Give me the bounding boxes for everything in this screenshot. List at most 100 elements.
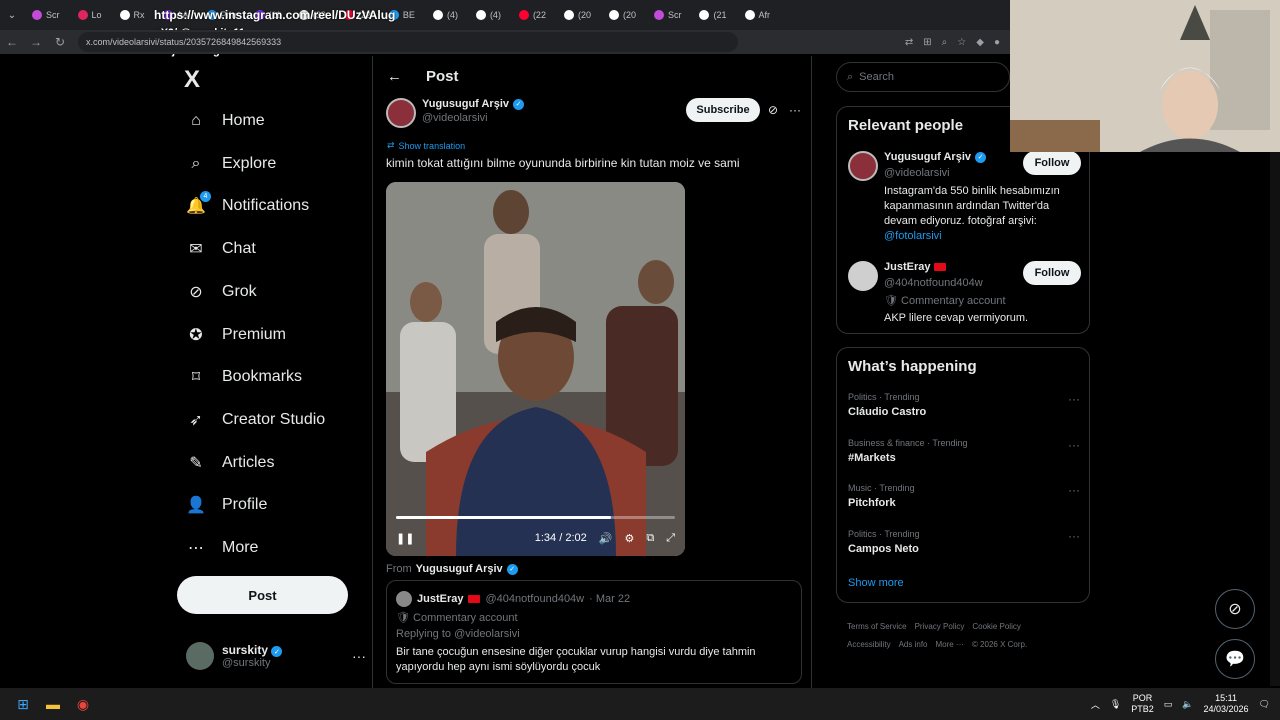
avatar[interactable] bbox=[396, 591, 412, 607]
forward-icon[interactable]: → bbox=[24, 35, 48, 49]
bio-link[interactable]: @fotolarsivi bbox=[884, 230, 942, 242]
nav-item-bookmarks[interactable]: ⌑ Bookmarks bbox=[186, 362, 302, 392]
clock[interactable]: 15:11 24/03/2026 bbox=[1204, 693, 1249, 715]
nav-item-premium[interactable]: ✪ Premium bbox=[186, 320, 286, 350]
more-dots-icon[interactable]: ··· bbox=[1068, 483, 1080, 497]
grok-float-button[interactable]: ⊘ bbox=[1215, 589, 1255, 629]
back-icon[interactable]: ← bbox=[0, 35, 24, 49]
footer-ads-info[interactable]: Ads info bbox=[899, 640, 928, 649]
trend-item[interactable]: Business & finance · Trending #Markets ··· bbox=[848, 438, 1080, 464]
back-arrow-icon[interactable]: ← bbox=[387, 68, 402, 85]
browser-tab[interactable]: Scr bbox=[24, 4, 68, 26]
webcam-overlay bbox=[1010, 0, 1280, 152]
install-icon[interactable]: ⊞ bbox=[923, 37, 931, 48]
extension-icon[interactable]: ◆ bbox=[976, 37, 984, 48]
footer-cookies[interactable]: Cookie Policy bbox=[972, 622, 1020, 631]
nav-item-label: Chat bbox=[222, 240, 256, 258]
turkey-flag-icon bbox=[468, 595, 481, 603]
browser-tab[interactable]: (22 bbox=[511, 4, 554, 26]
profile-icon[interactable]: ● bbox=[994, 37, 1000, 48]
pause-icon[interactable]: ❚❚ bbox=[396, 532, 414, 545]
nav-item-articles[interactable]: ✎ Articles bbox=[186, 448, 274, 478]
whats-happening-title: What’s happening bbox=[848, 358, 977, 375]
nav-item-creator-studio[interactable]: ➶ Creator Studio bbox=[186, 405, 325, 435]
file-explorer-icon[interactable]: ▬ bbox=[38, 689, 68, 719]
nav-item-profile[interactable]: 👤 Profile bbox=[186, 490, 267, 520]
more-icon: ⋯ bbox=[188, 540, 204, 557]
follow-button[interactable]: Follow bbox=[1023, 151, 1081, 175]
browser-tab[interactable]: Rx bbox=[112, 4, 153, 26]
person-item[interactable]: Yugusuguf Arşiv ✓ @videolarsivi Instagram… bbox=[848, 151, 1081, 243]
chrome-icon[interactable]: ◉ bbox=[68, 689, 98, 719]
more-dots-icon[interactable]: ··· bbox=[1068, 529, 1080, 543]
reply-card[interactable]: JustEray @404notfound404w · Mar 22 🛡 Com… bbox=[386, 580, 802, 684]
show-translation-link[interactable]: ⇄ Show translation bbox=[387, 140, 465, 151]
browser-tab[interactable]: Lo bbox=[70, 4, 110, 26]
tab-list-chevron-icon[interactable]: ⌄ bbox=[0, 10, 24, 21]
footer-privacy[interactable]: Privacy Policy bbox=[915, 622, 965, 631]
reload-icon[interactable]: ↻ bbox=[48, 35, 72, 49]
trend-item[interactable]: Music · Trending Pitchfork ··· bbox=[848, 483, 1080, 509]
translate-icon[interactable]: ⇄ bbox=[905, 37, 913, 48]
nav-item-explore[interactable]: ⌕ Explore bbox=[186, 149, 277, 179]
avatar[interactable] bbox=[848, 151, 878, 181]
grok-icon[interactable]: ⊘ bbox=[768, 103, 778, 117]
x-logo[interactable]: X bbox=[184, 66, 200, 94]
more-dots-icon[interactable]: ··· bbox=[352, 648, 366, 664]
video-player[interactable]: ❚❚ 1:34 / 2:02 🔊 ⚙ ⧉ ⤢ bbox=[386, 182, 685, 556]
person-item[interactable]: JustEray @404notfound404w 🛡 Commentary a… bbox=[848, 261, 1081, 327]
browser-tab[interactable]: Scr bbox=[646, 4, 690, 26]
browser-tab[interactable]: (20 bbox=[556, 4, 599, 26]
microphone-icon[interactable]: 🎙 bbox=[1110, 699, 1121, 710]
network-icon[interactable]: ▭ bbox=[1164, 699, 1173, 710]
tray-chevron-icon[interactable]: ︿ bbox=[1091, 698, 1100, 711]
nav-item-chat[interactable]: ✉ Chat bbox=[186, 234, 256, 264]
more-dots-icon[interactable]: ··· bbox=[1068, 438, 1080, 452]
more-dots-icon[interactable]: ··· bbox=[789, 103, 801, 117]
windows-start-icon[interactable]: ⊞ bbox=[8, 689, 38, 719]
follow-button[interactable]: Follow bbox=[1023, 261, 1081, 285]
tab-favicon-icon bbox=[77, 10, 88, 20]
star-icon[interactable]: ☆ bbox=[957, 37, 966, 48]
nav-item-notifications[interactable]: 🔔 4 Notifications bbox=[186, 191, 309, 221]
avatar[interactable] bbox=[848, 261, 878, 291]
language-indicator[interactable]: POR PTB2 bbox=[1131, 693, 1154, 715]
browser-tab[interactable]: (4) bbox=[425, 4, 466, 26]
post-author[interactable]: Yugusuguf Arşiv ✓ @videolarsivi bbox=[386, 98, 524, 128]
footer-terms[interactable]: Terms of Service bbox=[847, 622, 907, 631]
address-bar[interactable]: x.com/videolarsivi/status/20357268498425… bbox=[78, 32, 738, 52]
post-button[interactable]: Post bbox=[177, 576, 348, 614]
account-switcher[interactable]: surskity ✓ @surskity ··· bbox=[186, 640, 366, 672]
browser-tab[interactable]: Afr bbox=[737, 4, 779, 26]
footer-more[interactable]: More ··· bbox=[935, 640, 963, 649]
zoom-icon[interactable]: ⌕ bbox=[942, 37, 948, 48]
browser-tab[interactable]: (21 bbox=[691, 4, 734, 26]
account-handle: @surskity bbox=[222, 657, 271, 670]
show-more-link[interactable]: Show more bbox=[848, 577, 904, 589]
video-progress-bar[interactable] bbox=[396, 516, 675, 519]
settings-gear-icon[interactable]: ⚙ bbox=[624, 532, 634, 545]
nav-item-grok[interactable]: ⊘ Grok bbox=[186, 277, 256, 307]
volume-icon[interactable]: 🔊 bbox=[599, 532, 613, 545]
chat-float-button[interactable]: 💬 bbox=[1215, 639, 1255, 679]
nav-item-label: Notifications bbox=[222, 197, 310, 215]
nav-item-more[interactable]: ⋯ More bbox=[186, 533, 258, 563]
author-handle[interactable]: @videolarsivi bbox=[422, 112, 524, 124]
browser-tab[interactable]: (4) bbox=[468, 4, 509, 26]
fullscreen-icon[interactable]: ⤢ bbox=[666, 532, 675, 545]
trend-item[interactable]: Politics · Trending Campos Neto ··· bbox=[848, 529, 1080, 555]
nav-item-home[interactable]: ⌂ Home bbox=[186, 106, 265, 136]
pip-icon[interactable]: ⧉ bbox=[646, 532, 654, 545]
trend-item[interactable]: Politics · Trending Cláudio Castro ··· bbox=[848, 392, 1080, 418]
search-input[interactable]: ⌕ Search bbox=[836, 62, 1010, 92]
subscribe-button[interactable]: Subscribe bbox=[686, 98, 760, 122]
browser-tab[interactable]: (20 bbox=[601, 4, 644, 26]
notification-center-icon[interactable]: 🗨 bbox=[1259, 699, 1270, 710]
author-avatar[interactable] bbox=[386, 98, 416, 128]
more-dots-icon[interactable]: ··· bbox=[1068, 392, 1080, 406]
author-name[interactable]: Yugusuguf Arşiv bbox=[422, 98, 509, 110]
footer-accessibility[interactable]: Accessibility bbox=[847, 640, 891, 649]
source-name[interactable]: Yugusuguf Arşiv bbox=[416, 563, 503, 575]
volume-icon[interactable]: 🔈 bbox=[1182, 699, 1193, 710]
reply-author-name[interactable]: JustEray bbox=[417, 593, 463, 605]
